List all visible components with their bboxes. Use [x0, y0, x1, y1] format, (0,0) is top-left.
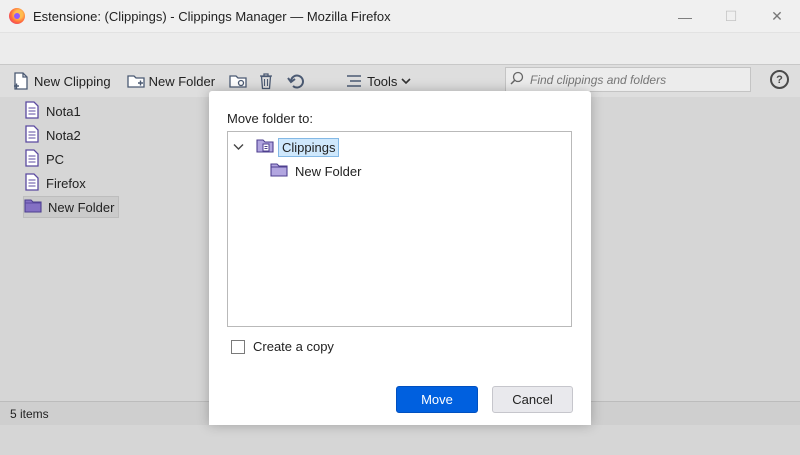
search-field[interactable] [505, 67, 751, 92]
help-button[interactable]: ? [770, 70, 789, 89]
tree-item-nota2[interactable]: Nota2 [24, 124, 85, 146]
delete-button[interactable] [253, 69, 279, 93]
folder-label-clippings: Clippings [278, 137, 340, 157]
tree-item-new-folder[interactable]: New Folder [23, 196, 120, 218]
destination-folder-tree[interactable]: Clippings New Folder [227, 131, 572, 327]
tree-item-label: Nota2 [46, 127, 81, 143]
create-copy-option[interactable]: Create a copy [231, 339, 334, 354]
create-copy-label: Create a copy [253, 339, 334, 354]
undo-button[interactable] [283, 69, 309, 93]
folder-icon [270, 162, 288, 180]
title-bar: Estensione: (Clippings) - Clippings Mana… [0, 0, 800, 33]
chevron-down-icon [401, 72, 411, 90]
new-clipping-button[interactable]: New Clipping [8, 69, 115, 93]
search-icon [510, 71, 524, 88]
clipping-icon [24, 172, 40, 194]
firefox-logo-icon [9, 8, 25, 24]
window-controls: — ☐ ✕ [662, 0, 800, 33]
clippings-root-icon [256, 138, 274, 156]
new-folder-icon [126, 72, 145, 90]
undo-icon [287, 72, 305, 90]
maximize-button[interactable]: ☐ [708, 0, 754, 33]
clipping-icon [24, 124, 40, 146]
tree-item-label: Firefox [46, 175, 86, 191]
clipping-icon [24, 100, 40, 122]
move-button[interactable] [225, 69, 251, 93]
bottom-strip [0, 425, 800, 455]
tree-item-nota1[interactable]: Nota1 [24, 100, 85, 122]
close-button[interactable]: ✕ [754, 0, 800, 33]
tree-item-label: Nota1 [46, 103, 81, 119]
new-clipping-label: New Clipping [34, 73, 111, 89]
minimize-button[interactable]: — [662, 0, 708, 33]
item-count: 5 items [10, 406, 49, 421]
clipping-icon [24, 148, 40, 170]
tree-item-label: PC [46, 151, 65, 167]
window-title: Estensione: (Clippings) - Clippings Mana… [33, 8, 391, 24]
folder-label-new-folder: New Folder [295, 163, 362, 179]
trash-icon [257, 72, 275, 90]
tools-list-icon [345, 72, 363, 90]
tools-label: Tools [367, 73, 398, 89]
tools-menu-button[interactable]: Tools [341, 69, 415, 93]
tree-item-firefox[interactable]: Firefox [24, 172, 90, 194]
new-folder-label: New Folder [148, 73, 216, 89]
folder-row-clippings[interactable]: Clippings [232, 136, 340, 158]
search-input[interactable] [530, 72, 740, 87]
folder-row-new-folder[interactable]: New Folder [270, 160, 364, 182]
new-clipping-icon [12, 72, 30, 90]
create-copy-checkbox[interactable] [231, 339, 245, 354]
move-confirm-button[interactable]: Move [396, 386, 478, 413]
new-folder-button[interactable]: New Folder [123, 69, 219, 93]
chevron-down-icon[interactable] [232, 141, 244, 153]
dialog-label: Move folder to: [227, 111, 313, 126]
folder-icon [24, 198, 42, 216]
move-folder-dialog: Move folder to: Clippings New Folder Cre… [209, 91, 591, 425]
tree-item-pc[interactable]: PC [24, 148, 68, 170]
tree-item-label: New Folder [48, 199, 115, 215]
header-strip [0, 33, 800, 65]
cancel-button[interactable]: Cancel [492, 386, 573, 413]
move-folder-icon [229, 72, 247, 90]
